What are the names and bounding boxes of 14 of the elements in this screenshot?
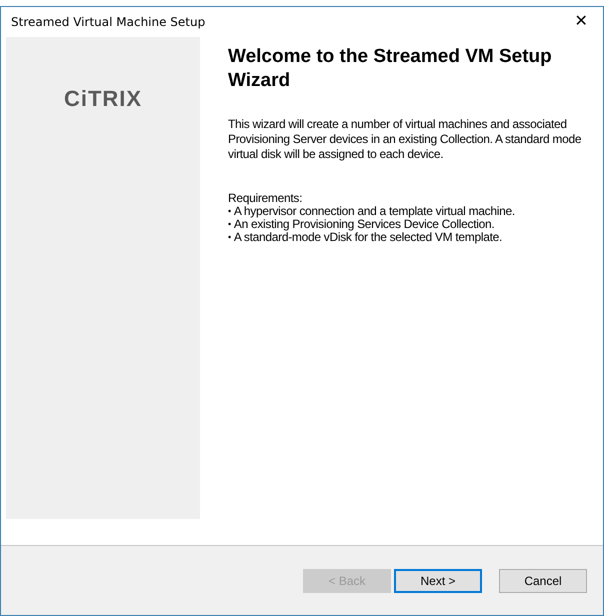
bullet-icon: • [228,218,231,231]
window-title: Streamed Virtual Machine Setup [11,14,206,31]
bullet-icon: • [228,205,231,218]
requirements-title: Requirements: [228,192,302,205]
requirement-text: A hypervisor connection and a template virtual machine. [234,205,515,218]
dialog-button[interactable]: Cancel [499,568,587,592]
close-button[interactable]: ✕ [559,8,603,36]
requirement-text: A standard-mode vDisk for the selected VM template. [234,231,502,244]
intro-paragraph: This wizard will create a number of virtual machines and associated Provisioning Server devices in an existing Collection. A standard mode virtual disk will be assigned to each device. [228,117,582,162]
bullet-icon: • [228,231,231,244]
logo-text: CiTRIX [64,85,142,110]
dialog-button[interactable]: Next > [394,568,482,592]
wizard-heading: Welcome to the Streamed VM Setup Wizard [228,45,553,93]
requirement-text: An existing Provisioning Services Device Collection. [234,218,494,231]
